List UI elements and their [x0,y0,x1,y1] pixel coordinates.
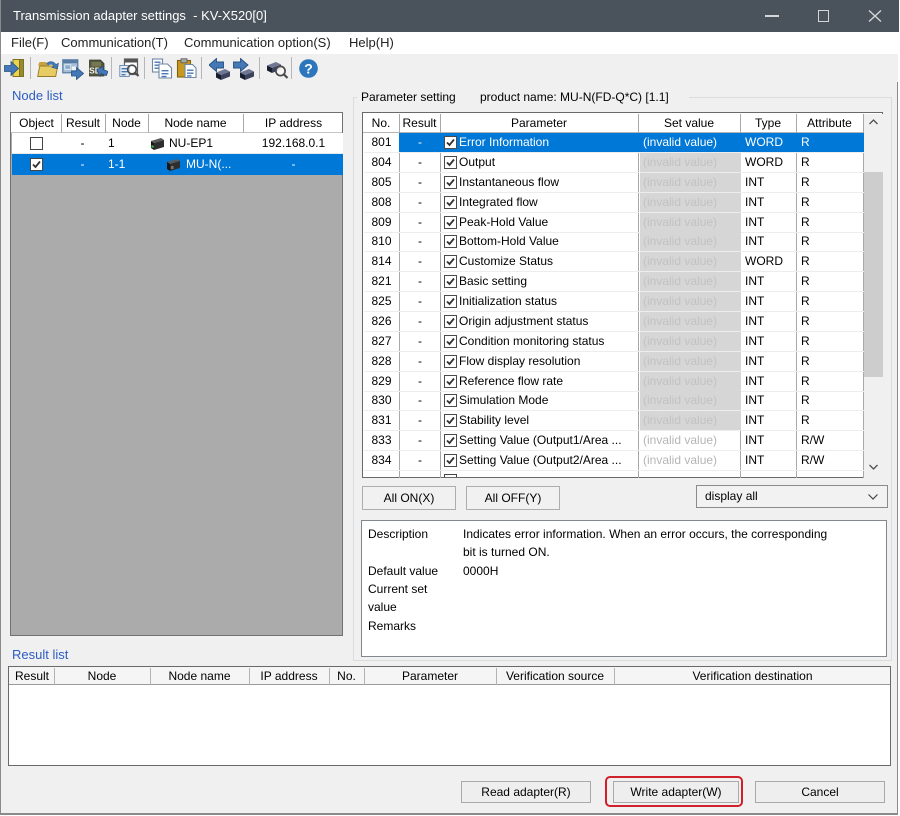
svg-text:?: ? [304,61,313,77]
